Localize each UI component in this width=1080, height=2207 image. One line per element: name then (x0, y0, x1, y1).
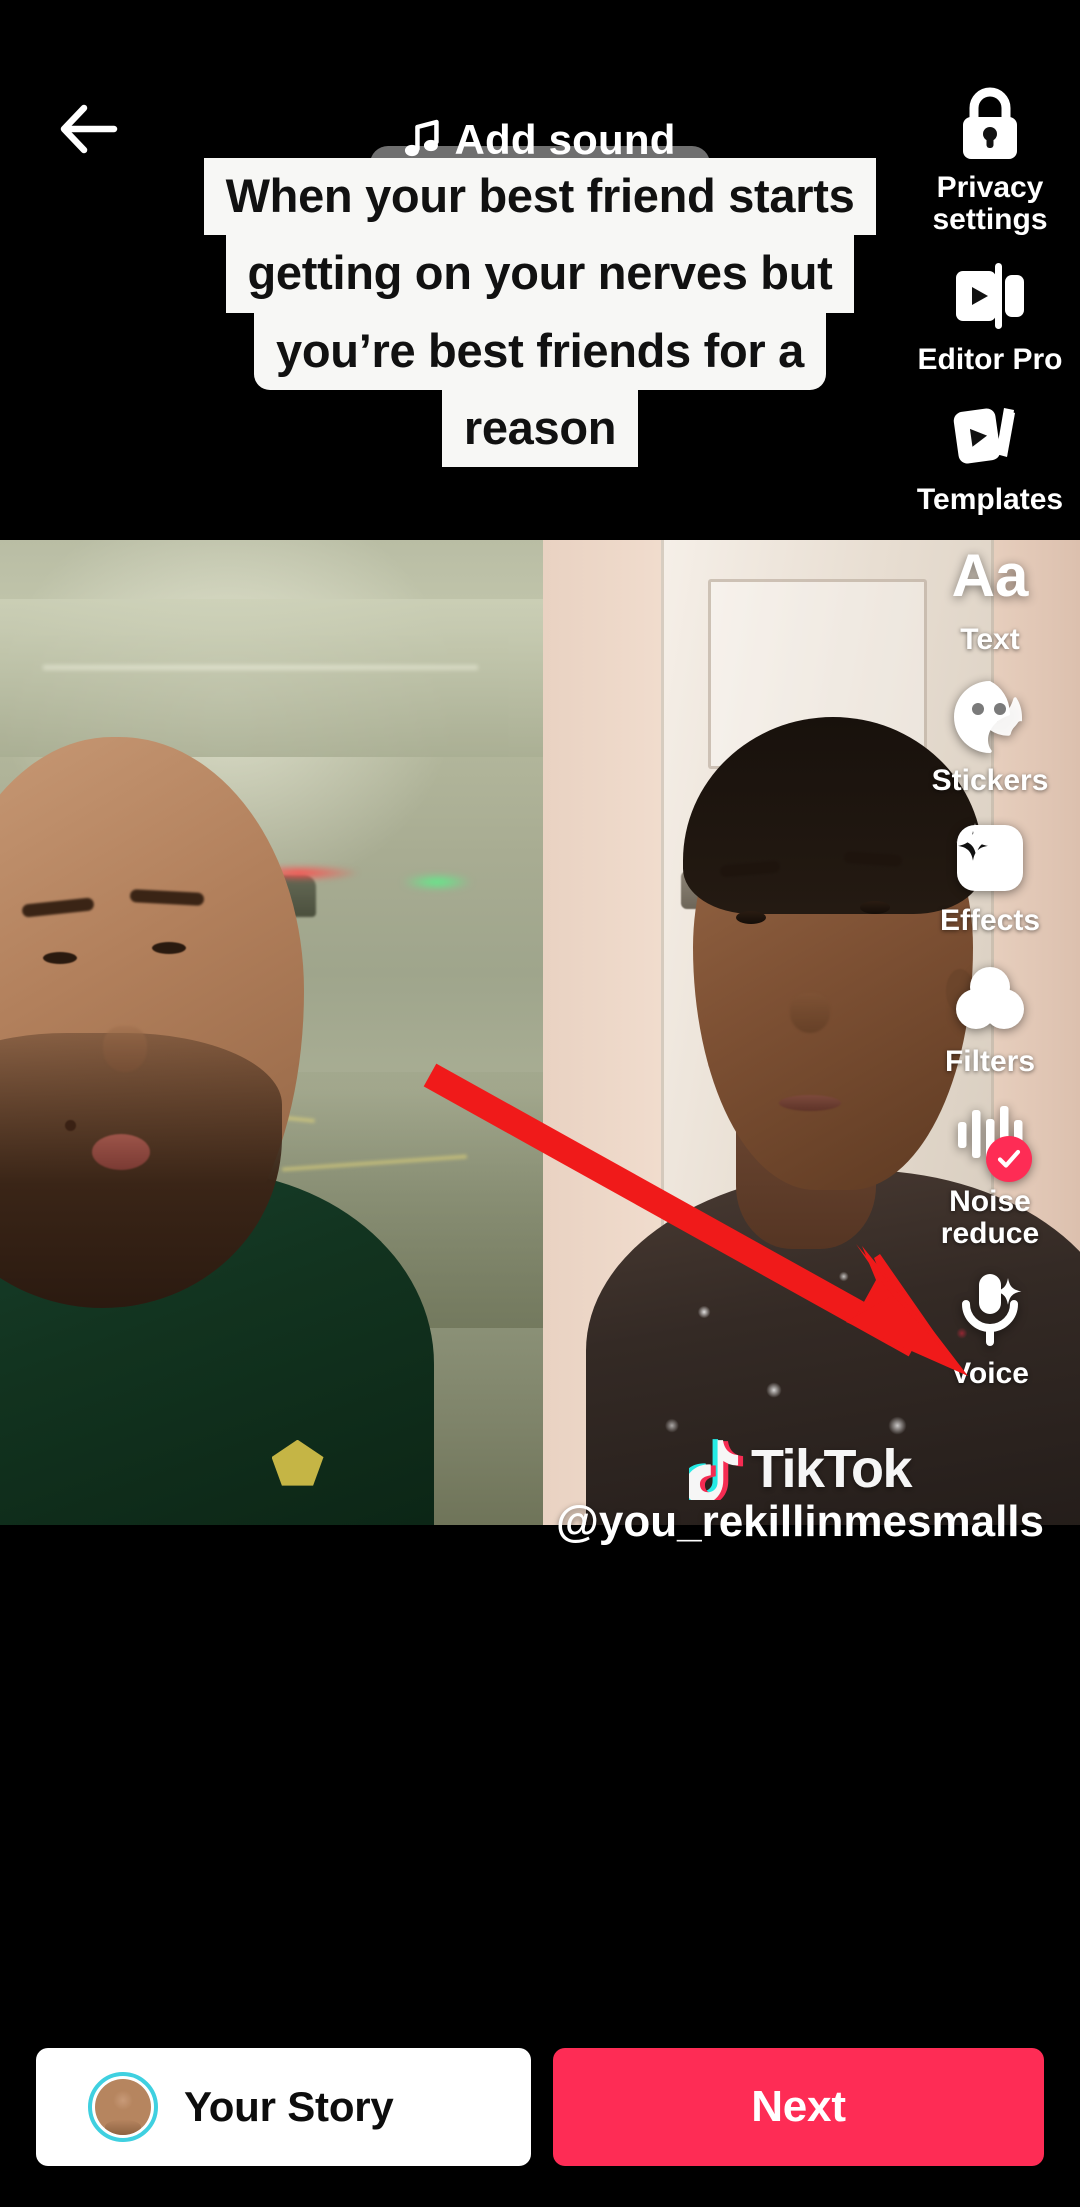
tool-label-noise-reduce: Noise reduce (941, 1186, 1039, 1250)
tool-label-line2: settings (932, 202, 1048, 236)
tiktok-watermark: TikTok (688, 1438, 913, 1500)
bottom-action-bar: Your Story Next (0, 2007, 1080, 2207)
noise-reduce-check-badge (986, 1135, 1032, 1182)
tool-label-line1: Privacy (936, 171, 1044, 204)
text-aa-icon: Aa (944, 530, 1036, 622)
tool-label-stickers: Stickers (931, 763, 1049, 797)
person-left-eye (43, 951, 78, 964)
tool-label-filters: Filters (944, 1044, 1036, 1078)
tool-item-voice[interactable]: Voice (900, 1264, 1080, 1390)
tool-item-privacy-settings[interactable]: Privacy settings (900, 78, 1080, 236)
editor-pro-icon (944, 250, 1036, 342)
tool-item-stickers[interactable]: Stickers (900, 671, 1080, 797)
back-button[interactable] (52, 92, 126, 166)
waveform-icon (944, 1092, 1036, 1184)
caption-line: you’re best friends for a (254, 312, 826, 390)
avatar (88, 2072, 158, 2142)
templates-cards-icon (944, 390, 1036, 482)
tiktok-note-icon (688, 1439, 744, 1500)
music-note-icon (404, 119, 439, 157)
person-right-nose (790, 992, 831, 1033)
tool-item-text[interactable]: Aa Text (900, 530, 1080, 656)
add-sound-button[interactable]: Add sound (386, 108, 693, 172)
caption-line: reason (441, 389, 639, 468)
avatar-image (95, 2079, 151, 2135)
garage-ceiling (0, 599, 543, 757)
arrow-left-icon (60, 104, 118, 154)
check-icon (997, 1149, 1021, 1168)
next-button[interactable]: Next (553, 2048, 1044, 2166)
video-clip-left[interactable] (0, 540, 543, 1525)
tool-item-templates[interactable]: Templates (900, 390, 1080, 516)
tiktok-wordmark: TikTok (750, 1439, 913, 1499)
username-watermark: @you_rekillinmesmalls (555, 1497, 1045, 1546)
tool-label-line2: reduce (940, 1216, 1040, 1250)
tool-label-line1: Noise (949, 1184, 1031, 1218)
next-label: Next (751, 2082, 846, 2131)
svg-text:Aa: Aa (952, 542, 1029, 609)
tool-label-voice: Voice (951, 1356, 1029, 1390)
tool-item-editor-pro[interactable]: Editor Pro (900, 250, 1080, 376)
add-sound-label: Add sound (454, 116, 676, 163)
sparkles-icon (944, 811, 1036, 903)
person-left-nose (103, 1025, 148, 1072)
microphone-sparkle-icon (944, 1264, 1036, 1356)
tool-label-effects: Effects (939, 904, 1041, 938)
tool-label-editor-pro: Editor Pro (917, 342, 1063, 376)
lock-icon (944, 78, 1036, 170)
sticker-face-icon (944, 671, 1036, 763)
your-story-label: Your Story (184, 2083, 394, 2130)
green-indicator-light (401, 874, 472, 889)
caption-line: getting on your nerves but (225, 235, 855, 313)
tool-item-noise-reduce[interactable]: Noise reduce (900, 1092, 1080, 1250)
tool-sidebar: Privacy settings Editor Pro Templates Aa… (900, 78, 1080, 1404)
your-story-button[interactable]: Your Story (36, 2048, 531, 2166)
person-left-eye (152, 941, 187, 954)
tool-item-effects[interactable]: Effects (900, 811, 1080, 937)
tool-label-templates: Templates (916, 482, 1064, 516)
tool-item-filters[interactable]: Filters (900, 952, 1080, 1078)
tiktok-post-editor-screen: TikTok @you_rekillinmesmalls When your b… (0, 0, 1080, 2207)
filters-circles-icon (944, 952, 1036, 1044)
tool-label-text: Text (960, 623, 1020, 657)
tool-label-privacy-settings: Privacy settings (932, 172, 1047, 236)
